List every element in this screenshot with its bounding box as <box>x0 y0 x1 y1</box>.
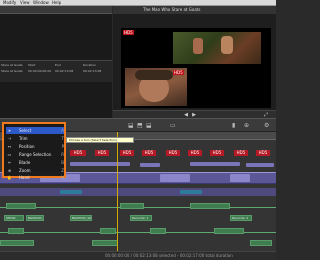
audio-clip-show[interactable]: SHOW <box>4 215 24 221</box>
title-clip[interactable]: HD5 <box>210 150 224 156</box>
tool-blade[interactable]: ✂ Blade B <box>6 159 64 166</box>
audio-under-strip[interactable] <box>0 188 276 196</box>
video-clip[interactable] <box>140 163 160 167</box>
browser-header <box>0 6 112 14</box>
video-clip[interactable] <box>246 163 274 167</box>
video-clip[interactable] <box>180 190 202 194</box>
viewer-frame[interactable]: HD5 HD5 <box>121 28 271 108</box>
viewer-pane: The Man Who Stare at Goats HD5 HD5 ◀ ▶ ⤢ <box>113 6 276 118</box>
tool-range-selection[interactable]: ▭ Range Selection R <box>6 151 64 158</box>
viewer-toolbar: ◀ ▶ ⤢ <box>113 110 276 118</box>
browser-meta-table: Stare at Goats Start End Duration Stare … <box>0 60 112 82</box>
tool-position[interactable]: ↔ Position P <box>6 143 64 150</box>
tool-select[interactable]: ➤ Select A <box>6 127 64 134</box>
title-clip[interactable]: HD5 <box>70 150 86 156</box>
title-clip[interactable]: HD5 <box>256 150 270 156</box>
figure-person <box>221 36 233 54</box>
title-clip[interactable]: HD5 <box>95 150 109 156</box>
event-browser: Stare at Goats Start End Duration Stare … <box>0 6 112 118</box>
audio-lane <box>0 202 276 212</box>
video-clip[interactable] <box>160 174 190 182</box>
video-clip[interactable] <box>230 174 250 182</box>
range-icon: ▭ <box>7 152 12 157</box>
hair-shape <box>135 70 173 80</box>
audio-clip[interactable] <box>120 203 144 209</box>
tool-menu-popup[interactable]: ➤ Select A ⊣ Trim T ↔ Position P ▭ Range… <box>2 122 66 180</box>
timeline-duration-info: 00:00:00:00 / 00:02:13:08 selected - 00:… <box>105 253 233 258</box>
col-end: End <box>55 63 61 67</box>
row-duration: 00:02:13:08 <box>83 69 102 73</box>
audio-clip[interactable] <box>92 240 118 246</box>
tool-hand[interactable]: ✋ Hand H <box>6 174 64 180</box>
audio-clip-recorder[interactable]: Recorder 1 <box>130 215 152 221</box>
audio-clip[interactable] <box>8 228 24 234</box>
settings-icon[interactable]: ⚙ <box>264 122 269 129</box>
title-clip[interactable]: HD5 <box>188 150 202 156</box>
audio-clip-bgmusic[interactable]: BGMUSIC_WAV <box>26 215 44 221</box>
audio-under-lane <box>0 188 276 198</box>
connect-icon[interactable]: ⬓ <box>128 122 134 129</box>
viewer-title-bar: The Man Who Stare at Goats <box>113 6 276 14</box>
title-clip[interactable]: HD5 <box>234 150 248 156</box>
insert-icon[interactable]: ⬒ <box>137 122 143 129</box>
tool-zoom[interactable]: ⊕ Zoom Z <box>6 167 64 174</box>
append-icon[interactable]: ⬓ <box>146 122 152 129</box>
figure-person <box>193 38 203 54</box>
video-clip[interactable] <box>190 162 240 166</box>
arrow-icon: ➤ <box>7 128 12 133</box>
audio-clip[interactable] <box>100 228 116 234</box>
tool-trim[interactable]: ⊣ Trim T <box>6 135 64 142</box>
audio-lane <box>0 228 276 238</box>
trim-icon: ⊣ <box>7 136 12 141</box>
audio-clip-recorder[interactable]: Recorder 2 <box>230 215 252 221</box>
blade-icon: ✂ <box>7 160 12 165</box>
row-start: 00:00:00:00:00 <box>28 69 52 73</box>
title-clip[interactable]: HD5 <box>142 150 156 156</box>
hand-icon: ✋ <box>7 175 12 180</box>
col-duration: Duration <box>83 63 97 67</box>
audio-clip-bgmusic[interactable]: BGMUSIC_WAV <box>70 215 92 221</box>
video-scene-desert <box>173 32 261 64</box>
title-clip[interactable]: HD5 <box>166 150 180 156</box>
audio-clip[interactable] <box>214 228 244 234</box>
col-start: Start <box>28 63 36 67</box>
position-icon: ↔ <box>7 144 12 149</box>
viewer-title: The Man Who Stare at Goats <box>143 7 201 12</box>
video-clip[interactable] <box>70 162 130 166</box>
hd5-badge: HD5 <box>123 30 134 35</box>
hd5-badge: HD5 <box>173 70 184 75</box>
timeline-footer: 00:00:00:00 / 00:02:13:08 selected - 00:… <box>0 251 276 260</box>
title-clip[interactable]: HD5 <box>120 150 134 156</box>
audio-clip[interactable] <box>150 228 166 234</box>
audio-meter-icon[interactable]: ▮ <box>232 122 235 129</box>
col-name: Stare at Goats <box>1 63 23 67</box>
zoom-icon[interactable]: ⊕ <box>244 122 249 129</box>
audio-clip[interactable] <box>250 240 272 246</box>
audio-clip[interactable] <box>0 240 34 246</box>
audio-clip[interactable] <box>6 203 36 209</box>
video-clip[interactable] <box>60 190 82 194</box>
tool-tooltip: Choose a tool (Select Selection) <box>66 137 134 143</box>
audio-lane <box>0 240 276 250</box>
row-name[interactable]: Stare at Goats <box>1 69 23 73</box>
audio-clip[interactable] <box>190 203 230 209</box>
row-end: 00:02:13:08 <box>55 69 74 73</box>
playhead[interactable] <box>117 132 118 260</box>
timecode-icon: ▭ <box>170 122 176 129</box>
zoom-icon: ⊕ <box>7 168 12 173</box>
audio-lane: SHOW BGMUSIC_WAV BGMUSIC_WAV Recorder 1 … <box>0 214 276 224</box>
